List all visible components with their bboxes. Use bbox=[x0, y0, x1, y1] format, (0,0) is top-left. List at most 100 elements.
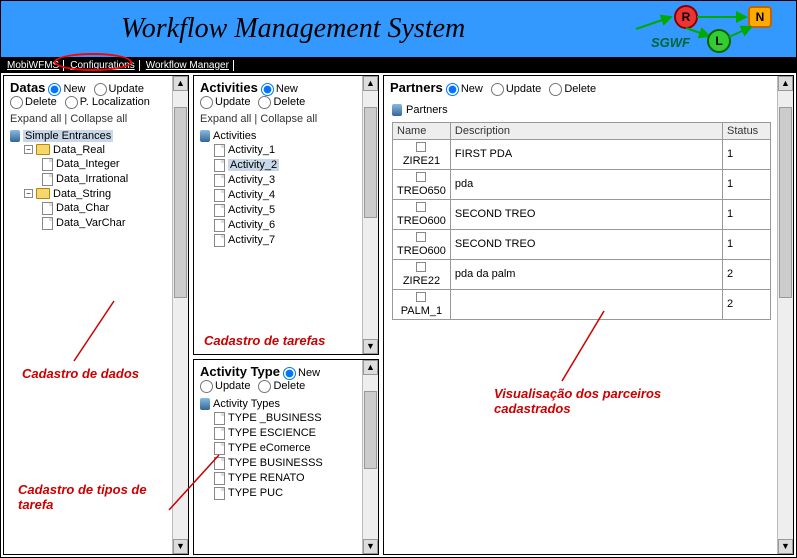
tree-leaf-type[interactable]: TYPE PUC bbox=[228, 487, 283, 499]
folder-icon bbox=[36, 144, 50, 155]
table-row[interactable]: ZIRE21FIRST PDA1 bbox=[393, 139, 771, 169]
doc-icon bbox=[214, 472, 225, 485]
doc-icon bbox=[214, 427, 225, 440]
activities-collapse-all[interactable]: Collapse all bbox=[260, 113, 317, 125]
doc-icon bbox=[214, 189, 225, 202]
doc-icon bbox=[214, 457, 225, 470]
row-icon bbox=[416, 202, 426, 212]
row-icon bbox=[416, 292, 426, 302]
tree-leaf-type[interactable]: TYPE ESCIENCE bbox=[228, 427, 316, 439]
doc-icon bbox=[42, 173, 53, 186]
tree-node-data-string[interactable]: Data_String bbox=[53, 188, 111, 200]
datas-radio-delete[interactable]: Delete bbox=[10, 96, 57, 109]
tree-root-simple-entrances[interactable]: Simple Entrances bbox=[23, 130, 113, 142]
doc-icon bbox=[214, 204, 225, 217]
partners-title: Partners bbox=[390, 80, 443, 95]
acttype-radio-delete[interactable]: Delete bbox=[258, 380, 305, 393]
datas-radio-new[interactable]: New bbox=[48, 83, 85, 96]
table-row[interactable]: PALM_12 bbox=[393, 289, 771, 319]
activities-tree: Activities Activity_1 Activity_2 Activit… bbox=[194, 127, 378, 254]
folder-icon bbox=[36, 188, 50, 199]
partners-scrollbar[interactable]: ▲▼ bbox=[777, 76, 793, 554]
acttype-scrollbar[interactable]: ▲▼ bbox=[362, 360, 378, 554]
app-title: Workflow Management System bbox=[121, 13, 465, 45]
activities-panel: Activities New Update Delete Expand all … bbox=[193, 75, 379, 355]
table-row[interactable]: ZIRE22pda da palm2 bbox=[393, 259, 771, 289]
tree-toggle[interactable]: − bbox=[24, 189, 33, 198]
tree-leaf-type[interactable]: TYPE eComerce bbox=[228, 442, 311, 454]
tree-node-data-real[interactable]: Data_Real bbox=[53, 144, 105, 156]
row-icon bbox=[416, 172, 426, 182]
menu-mobiwfms[interactable]: MobiWFMS bbox=[3, 60, 64, 71]
doc-icon bbox=[42, 158, 53, 171]
row-icon bbox=[416, 142, 426, 152]
annotation-visualizacao-parceiros: Visualisação dos parceiros cadastrados bbox=[494, 386, 724, 416]
doc-icon bbox=[214, 234, 225, 247]
datas-radio-update[interactable]: Update bbox=[94, 83, 144, 96]
doc-icon bbox=[214, 412, 225, 425]
tree-leaf-data-integer[interactable]: Data_Integer bbox=[56, 158, 120, 170]
db-icon bbox=[200, 130, 210, 142]
partners-table: Name Description Status ZIRE21FIRST PDA1… bbox=[392, 122, 771, 320]
menu-bar: MobiWFMS Configurations Workflow Manager bbox=[1, 57, 796, 73]
doc-icon bbox=[214, 159, 225, 172]
partners-radio-delete[interactable]: Delete bbox=[549, 83, 596, 96]
doc-icon bbox=[214, 144, 225, 157]
acttype-radio-update[interactable]: Update bbox=[200, 380, 250, 393]
db-icon bbox=[200, 398, 210, 410]
menu-configurations[interactable]: Configurations bbox=[66, 60, 139, 71]
row-icon bbox=[416, 262, 426, 272]
tree-leaf-activity[interactable]: Activity_3 bbox=[228, 174, 275, 186]
db-icon bbox=[392, 104, 402, 116]
doc-icon bbox=[214, 219, 225, 232]
svg-text:SGWF: SGWF bbox=[651, 35, 691, 50]
tree-root-activity-types[interactable]: Activity Types bbox=[213, 398, 280, 410]
svg-text:R: R bbox=[682, 10, 691, 24]
doc-icon bbox=[42, 217, 53, 230]
activities-radio-new[interactable]: New bbox=[261, 83, 298, 96]
activity-type-tree: Activity Types TYPE _BUSINESS TYPE ESCIE… bbox=[194, 395, 378, 507]
tree-leaf-data-irrational[interactable]: Data_Irrational bbox=[56, 173, 128, 185]
datas-radio-plocalization[interactable]: P. Localization bbox=[65, 96, 150, 109]
activity-type-panel: Activity Type New Update Delete Activity… bbox=[193, 359, 379, 555]
col-name[interactable]: Name bbox=[393, 122, 451, 139]
activities-expand-all[interactable]: Expand all bbox=[200, 113, 251, 125]
tree-leaf-data-varchar[interactable]: Data_VarChar bbox=[56, 217, 126, 229]
tree-leaf-activity-selected[interactable]: Activity_2 bbox=[228, 159, 279, 171]
partners-radio-new[interactable]: New bbox=[446, 83, 483, 96]
tree-leaf-activity[interactable]: Activity_6 bbox=[228, 219, 275, 231]
datas-collapse-all[interactable]: Collapse all bbox=[70, 113, 127, 125]
partners-radio-update[interactable]: Update bbox=[491, 83, 541, 96]
partners-list-label: Partners bbox=[406, 104, 448, 116]
tree-leaf-data-char[interactable]: Data_Char bbox=[56, 202, 109, 214]
tree-leaf-type[interactable]: TYPE BUSINESSS bbox=[228, 457, 323, 469]
table-row[interactable]: TREO600SECOND TREO1 bbox=[393, 199, 771, 229]
tree-leaf-activity[interactable]: Activity_5 bbox=[228, 204, 275, 216]
datas-expand-all[interactable]: Expand all bbox=[10, 113, 61, 125]
acttype-radio-new[interactable]: New bbox=[283, 367, 320, 380]
datas-scrollbar[interactable]: ▲▼ bbox=[172, 76, 188, 554]
col-status[interactable]: Status bbox=[723, 122, 771, 139]
tree-leaf-activity[interactable]: Activity_7 bbox=[228, 234, 275, 246]
tree-root-activities[interactable]: Activities bbox=[213, 130, 256, 142]
doc-icon bbox=[42, 202, 53, 215]
app-header: Workflow Management System R N L SGWF bbox=[1, 1, 796, 57]
menu-workflow-manager[interactable]: Workflow Manager bbox=[142, 60, 234, 71]
datas-panel: Datas New Update Delete P. Localization … bbox=[3, 75, 189, 555]
col-description[interactable]: Description bbox=[450, 122, 722, 139]
activities-radio-delete[interactable]: Delete bbox=[258, 96, 305, 109]
tree-leaf-activity[interactable]: Activity_1 bbox=[228, 144, 275, 156]
table-row[interactable]: TREO600SECOND TREO1 bbox=[393, 229, 771, 259]
tree-toggle[interactable]: − bbox=[24, 145, 33, 154]
tree-leaf-activity[interactable]: Activity_4 bbox=[228, 189, 275, 201]
activities-scrollbar[interactable]: ▲▼ bbox=[362, 76, 378, 354]
datas-title: Datas bbox=[10, 80, 45, 95]
activities-radio-update[interactable]: Update bbox=[200, 96, 250, 109]
doc-icon bbox=[214, 174, 225, 187]
tree-leaf-type[interactable]: TYPE _BUSINESS bbox=[228, 412, 322, 424]
annotation-cadastro-tipos: Cadastro de tipos de tarefa bbox=[18, 482, 178, 512]
tree-leaf-type[interactable]: TYPE RENATO bbox=[228, 472, 305, 484]
annotation-arrow bbox=[64, 296, 124, 366]
table-row[interactable]: TREO650pda1 bbox=[393, 169, 771, 199]
workspace: Datas New Update Delete P. Localization … bbox=[1, 73, 796, 557]
